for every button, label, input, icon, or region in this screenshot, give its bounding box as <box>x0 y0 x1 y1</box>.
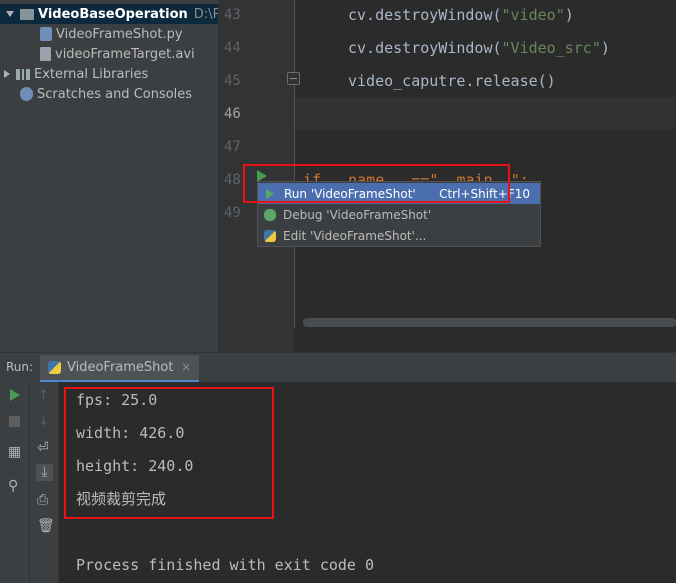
current-line-highlight <box>295 97 676 129</box>
tree-root[interactable]: VideoBaseOperation D:\Prog <box>0 4 241 24</box>
menu-item-label: Edit 'VideoFrameShot'... <box>283 228 427 243</box>
arrow-down-icon[interactable]: ↓ <box>38 414 52 429</box>
tree-item-file[interactable]: VideoFrameShot.py <box>40 24 183 44</box>
rerun-icon[interactable] <box>10 389 20 401</box>
run-tab[interactable]: VideoFrameShot ✕ <box>40 355 199 383</box>
code-line[interactable]: cv.destroyWindow("video") <box>348 6 574 24</box>
print-icon[interactable]: ⎙ <box>37 492 51 508</box>
scroll-to-end-icon[interactable]: ⤓ <box>36 464 53 481</box>
tree-label: Scratches and Consoles <box>37 86 193 102</box>
code-line[interactable]: cv.destroyWindow("Video_src") <box>348 39 610 57</box>
highlight-box-run <box>243 164 510 203</box>
folder-icon <box>20 9 34 20</box>
line-number: 44 <box>224 40 241 56</box>
code-string: "video" <box>501 6 565 24</box>
arrow-up-icon[interactable]: ↑ <box>38 388 52 403</box>
line-number: 46 <box>224 106 241 122</box>
line-number: 49 <box>224 205 241 221</box>
scratches-icon <box>20 87 33 101</box>
tree-item-scratches[interactable]: Scratches and Consoles <box>20 84 192 104</box>
chevron-right-icon[interactable] <box>4 70 10 78</box>
run-toolbar: ▦ ⚲ <box>0 382 30 583</box>
code-string: "Video_src" <box>501 39 601 57</box>
libraries-icon <box>16 68 30 80</box>
line-number: 47 <box>224 139 241 155</box>
stop-icon[interactable] <box>9 416 20 427</box>
code-line[interactable]: video_caputre.release() <box>348 72 556 90</box>
soft-wrap-icon[interactable]: ⏎ <box>37 440 51 456</box>
line-number: 45 <box>224 73 241 89</box>
horizontal-scrollbar[interactable] <box>303 318 676 327</box>
chevron-down-icon[interactable] <box>6 11 14 17</box>
menu-item-debug[interactable]: Debug 'VideoFrameShot' <box>258 204 540 225</box>
python-file-icon <box>40 27 52 41</box>
tree-item-file[interactable]: videoFrameTarget.avi <box>40 44 195 64</box>
pin-icon[interactable]: ⚲ <box>8 478 22 494</box>
layout-icon[interactable]: ▦ <box>8 444 22 460</box>
fold-icon[interactable] <box>287 72 300 85</box>
video-file-icon <box>40 47 51 61</box>
code-text: cv.destroyWindow( <box>348 39 502 57</box>
code-text: ) <box>564 6 574 24</box>
code-text: ) <box>600 39 610 57</box>
file-name: videoFrameTarget.avi <box>55 46 195 62</box>
menu-item-edit[interactable]: Edit 'VideoFrameShot'... <box>258 225 540 246</box>
python-icon <box>48 361 61 374</box>
tree-item-external-libraries[interactable]: External Libraries <box>4 64 148 84</box>
tree-label: External Libraries <box>34 66 149 82</box>
bug-icon <box>264 208 276 221</box>
file-name: VideoFrameShot.py <box>56 26 183 42</box>
python-icon <box>264 229 276 242</box>
code-text: video_caputre.release() <box>348 72 556 90</box>
highlight-box-output <box>64 387 274 519</box>
menu-item-label: Debug 'VideoFrameShot' <box>283 207 432 222</box>
trash-icon[interactable]: 🗑 <box>37 518 55 534</box>
console-toolbar: ↑ ↓ ⏎ ⤓ ⎙ 🗑 <box>30 382 59 583</box>
run-header: Run: VideoFrameShot ✕ <box>0 352 676 383</box>
project-panel: VideoBaseOperation D:\Prog VideoFrameSho… <box>0 0 241 352</box>
close-icon[interactable]: ✕ <box>181 361 190 374</box>
run-label: Run: <box>6 360 34 374</box>
line-number: 43 <box>224 7 241 23</box>
run-tab-label: VideoFrameShot <box>67 360 174 375</box>
code-text: cv.destroyWindow( <box>348 6 502 24</box>
console-exit-message: Process finished with exit code 0 <box>76 556 375 574</box>
project-name: VideoBaseOperation <box>38 6 188 22</box>
